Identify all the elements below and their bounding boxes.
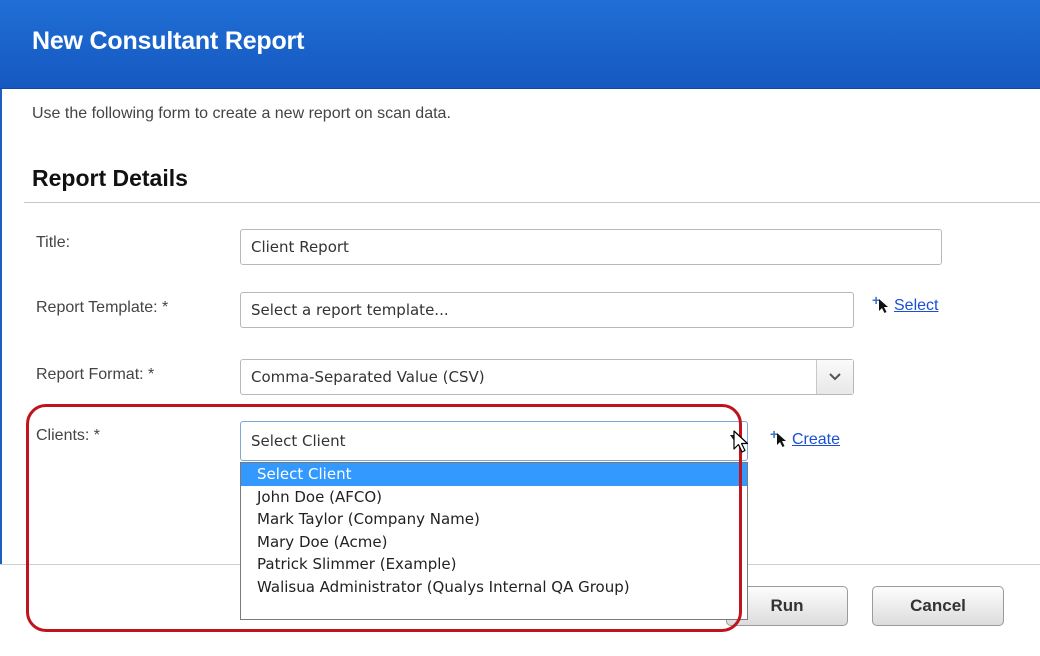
title-label: Title: xyxy=(36,234,71,251)
section-title: Report Details xyxy=(32,165,188,191)
title-input-value: Client Report xyxy=(251,238,349,256)
select-template-link[interactable]: + Select xyxy=(872,292,938,316)
report-template-input[interactable]: Select a report template... xyxy=(240,292,854,328)
section-divider xyxy=(24,202,1040,203)
report-format-label: Report Format: * xyxy=(36,366,155,383)
report-template-label: Report Template: * xyxy=(36,299,169,316)
report-format-value: Comma-Separated Value (CSV) xyxy=(251,368,485,386)
report-format-select[interactable]: Comma-Separated Value (CSV) xyxy=(240,359,854,395)
plus-cursor-icon: + xyxy=(872,292,890,316)
client-option[interactable]: Select Client xyxy=(241,463,747,486)
plus-cursor-icon: + xyxy=(770,426,788,450)
title-input[interactable]: Client Report xyxy=(240,229,942,265)
intro-text: Use the following form to create a new r… xyxy=(32,105,451,122)
clients-label: Clients: * xyxy=(36,427,101,444)
cancel-button[interactable]: Cancel xyxy=(872,586,1004,626)
create-client-link[interactable]: + Create xyxy=(770,426,840,450)
mouse-pointer-icon xyxy=(733,430,751,461)
dialog-title: New Consultant Report xyxy=(32,27,305,55)
report-template-value: Select a report template... xyxy=(251,301,449,319)
create-client-link-text[interactable]: Create xyxy=(792,431,840,449)
client-option[interactable]: Mark Taylor (Company Name) xyxy=(241,508,747,531)
client-option[interactable]: Walisua Administrator (Qualys Internal Q… xyxy=(241,576,747,599)
client-option[interactable]: Patrick Slimmer (Example) xyxy=(241,553,747,576)
clients-select[interactable]: Select Client xyxy=(240,421,748,461)
chevron-down-icon[interactable] xyxy=(816,360,853,394)
clients-dropdown-list[interactable]: Select Client John Doe (AFCO) Mark Taylo… xyxy=(240,462,748,620)
select-template-link-text[interactable]: Select xyxy=(894,297,938,315)
dialog-header: New Consultant Report xyxy=(0,0,1040,89)
client-option[interactable]: Mary Doe (Acme) xyxy=(241,531,747,554)
clients-select-value: Select Client xyxy=(251,432,346,450)
client-option[interactable]: John Doe (AFCO) xyxy=(241,486,747,509)
